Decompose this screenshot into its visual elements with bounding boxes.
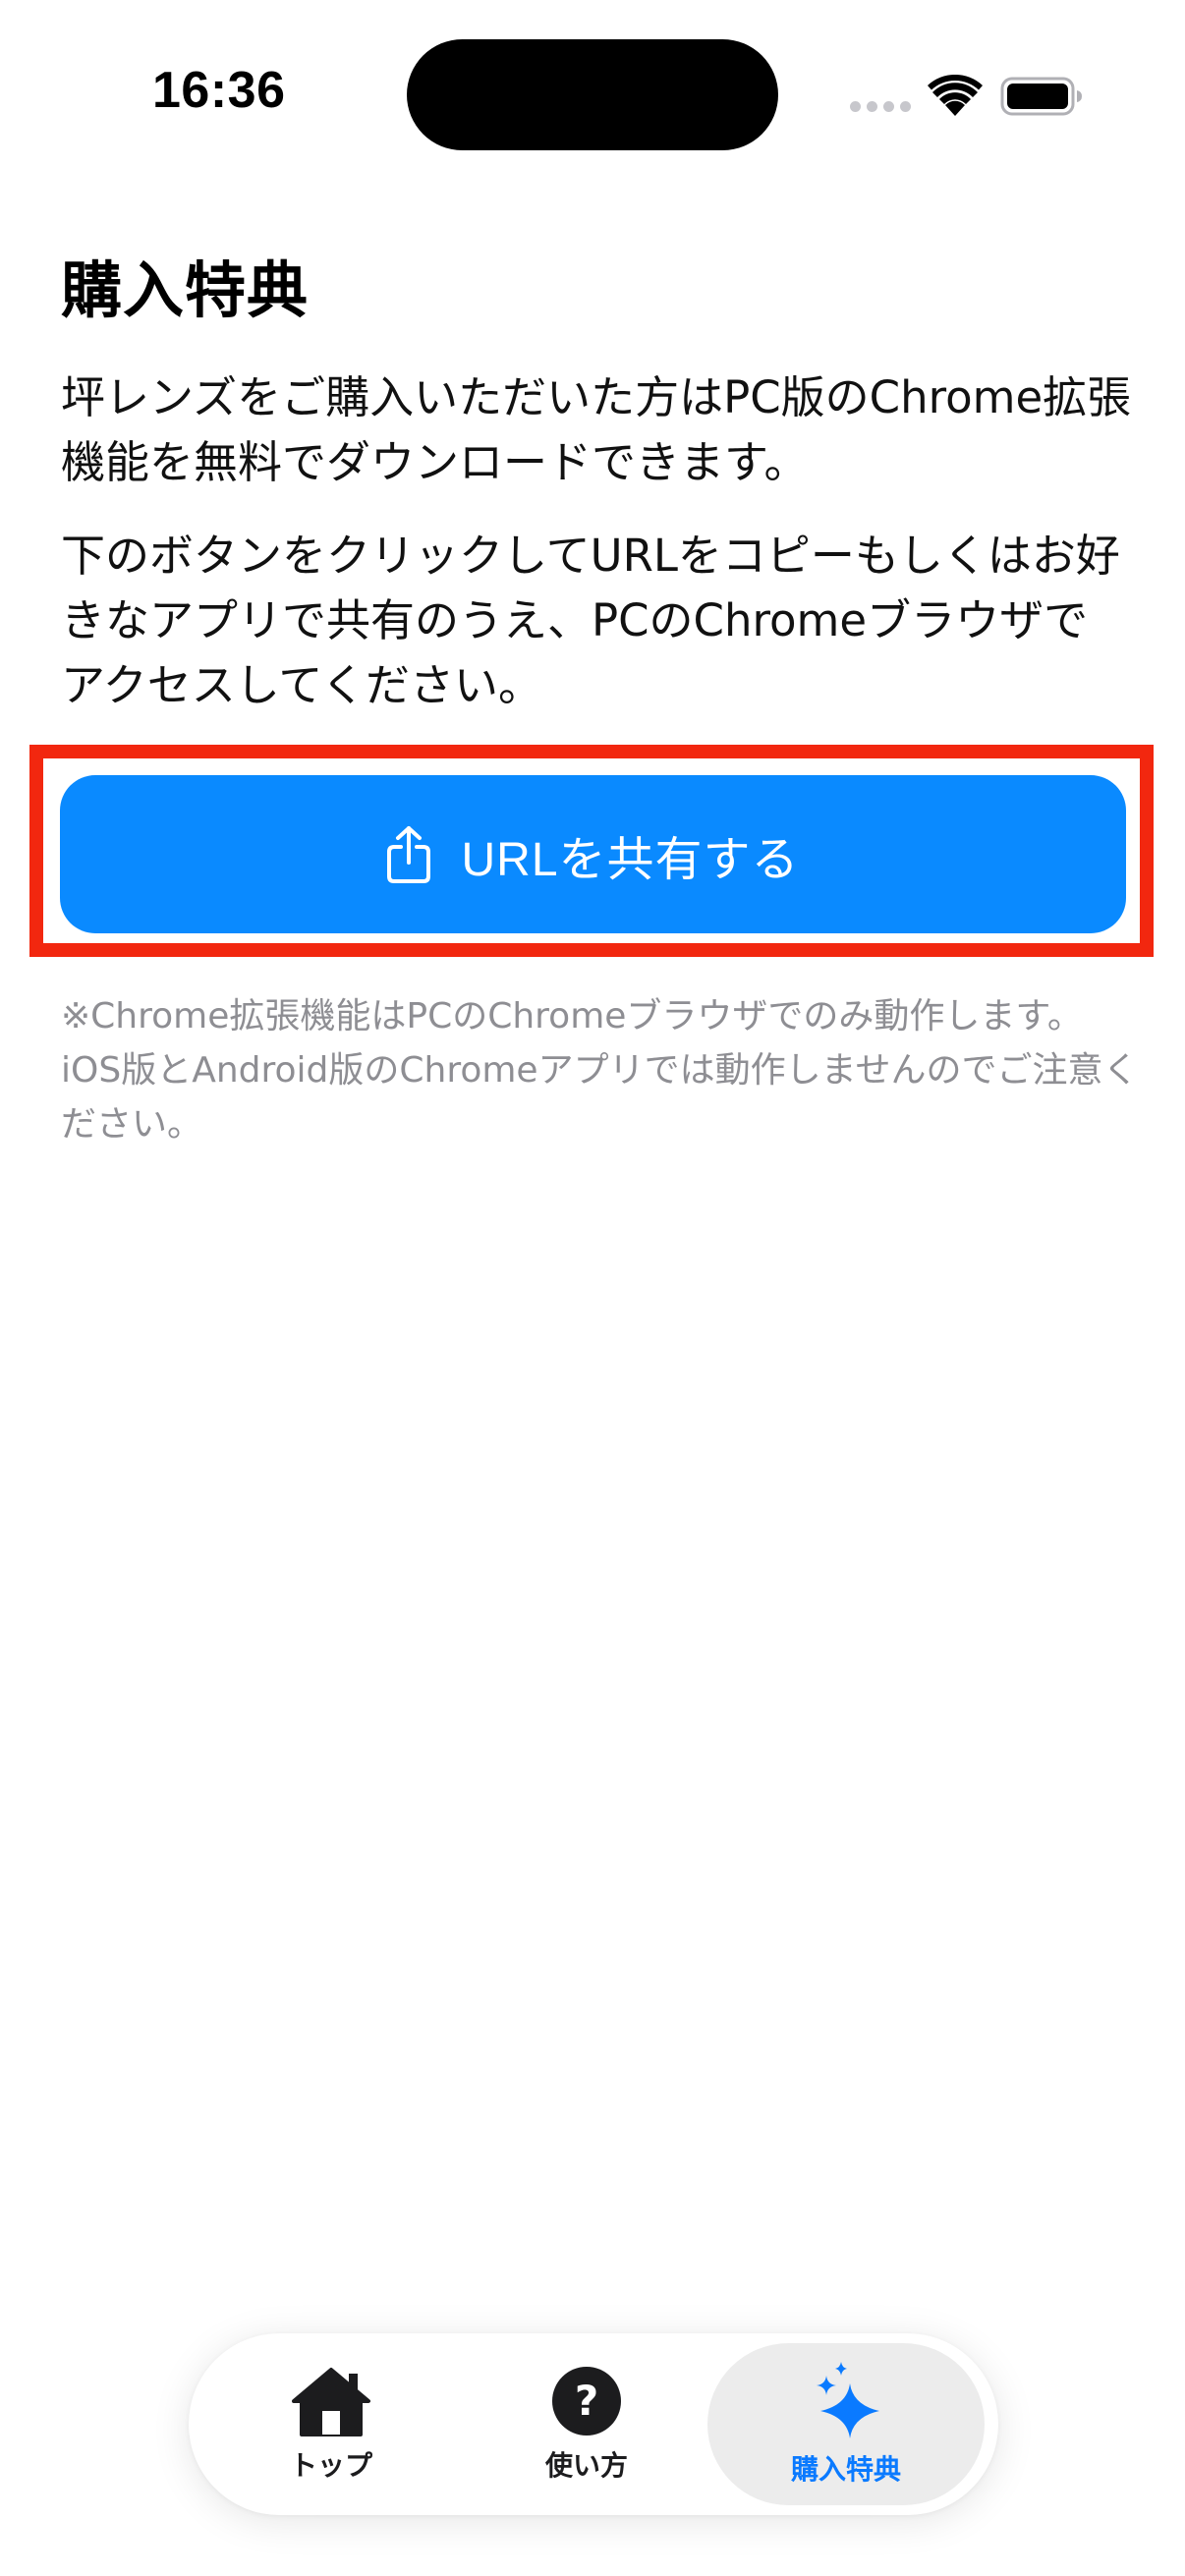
tab-label-top: トップ bbox=[289, 2448, 372, 2482]
cellular-signal-icon bbox=[850, 101, 911, 112]
instruction-paragraph: 下のボタンをクリックしてURLをコピーもしくはお好きなアプリで共有のうえ、PCの… bbox=[61, 530, 1120, 711]
description-paragraph: 坪レンズをご購入いただいた方はPC版のChrome拡張機能を無料でダウンロードで… bbox=[61, 371, 1132, 488]
tab-label-how-to: 使い方 bbox=[544, 2448, 628, 2482]
wifi-icon bbox=[928, 75, 983, 116]
share-button-label: URLを共有する bbox=[461, 833, 800, 886]
share-url-button[interactable]: URLを共有する bbox=[60, 775, 1126, 933]
house-icon bbox=[292, 2367, 370, 2436]
tab-purchase-bonus[interactable]: 購入特典 bbox=[707, 2343, 985, 2505]
tab-label-purchase-bonus: 購入特典 bbox=[790, 2452, 901, 2486]
tab-bar: トップ ? 使い方 購入特典 bbox=[189, 2333, 998, 2515]
page-title: 購入特典 bbox=[61, 254, 310, 326]
dynamic-island bbox=[407, 39, 778, 150]
compatibility-note: ※Chrome拡張機能はPCのChromeブラウザでのみ動作します。iOS版とA… bbox=[61, 996, 1139, 1145]
svg-text:?: ? bbox=[575, 2377, 598, 2425]
question-circle-icon: ? bbox=[552, 2366, 621, 2436]
tab-how-to[interactable]: ? 使い方 bbox=[474, 2343, 700, 2505]
tab-top[interactable]: トップ bbox=[218, 2343, 444, 2505]
sparkles-icon bbox=[817, 2361, 879, 2438]
status-time: 16:36 bbox=[152, 62, 286, 119]
battery-icon bbox=[1000, 77, 1082, 116]
share-icon bbox=[387, 825, 431, 883]
